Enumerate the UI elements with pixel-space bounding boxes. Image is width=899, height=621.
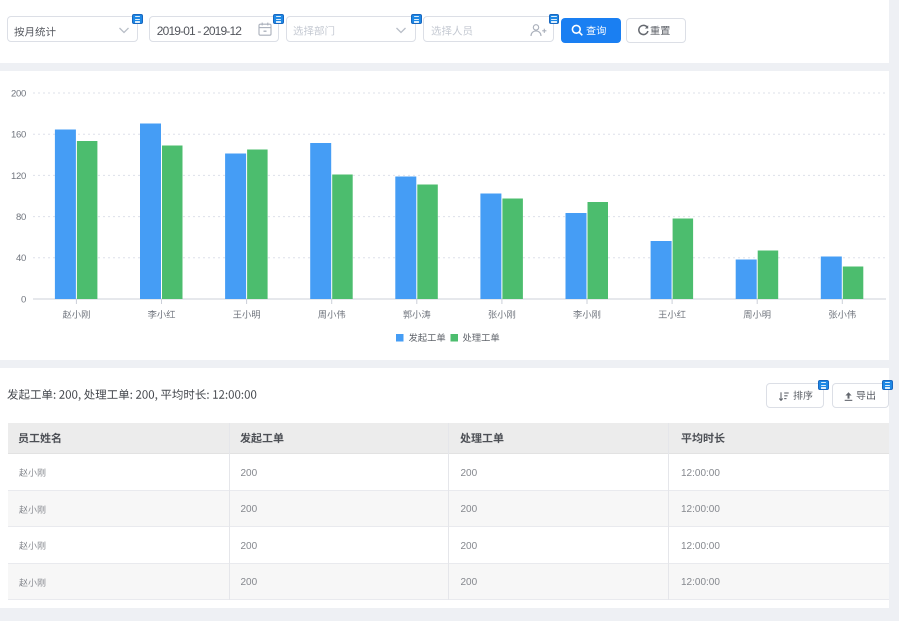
svg-text:160: 160 (11, 130, 26, 141)
svg-text:200: 200 (11, 88, 26, 99)
svg-text:80: 80 (16, 212, 26, 223)
svg-text:0: 0 (21, 294, 26, 305)
svg-text:120: 120 (11, 171, 26, 182)
svg-text:40: 40 (16, 253, 26, 264)
